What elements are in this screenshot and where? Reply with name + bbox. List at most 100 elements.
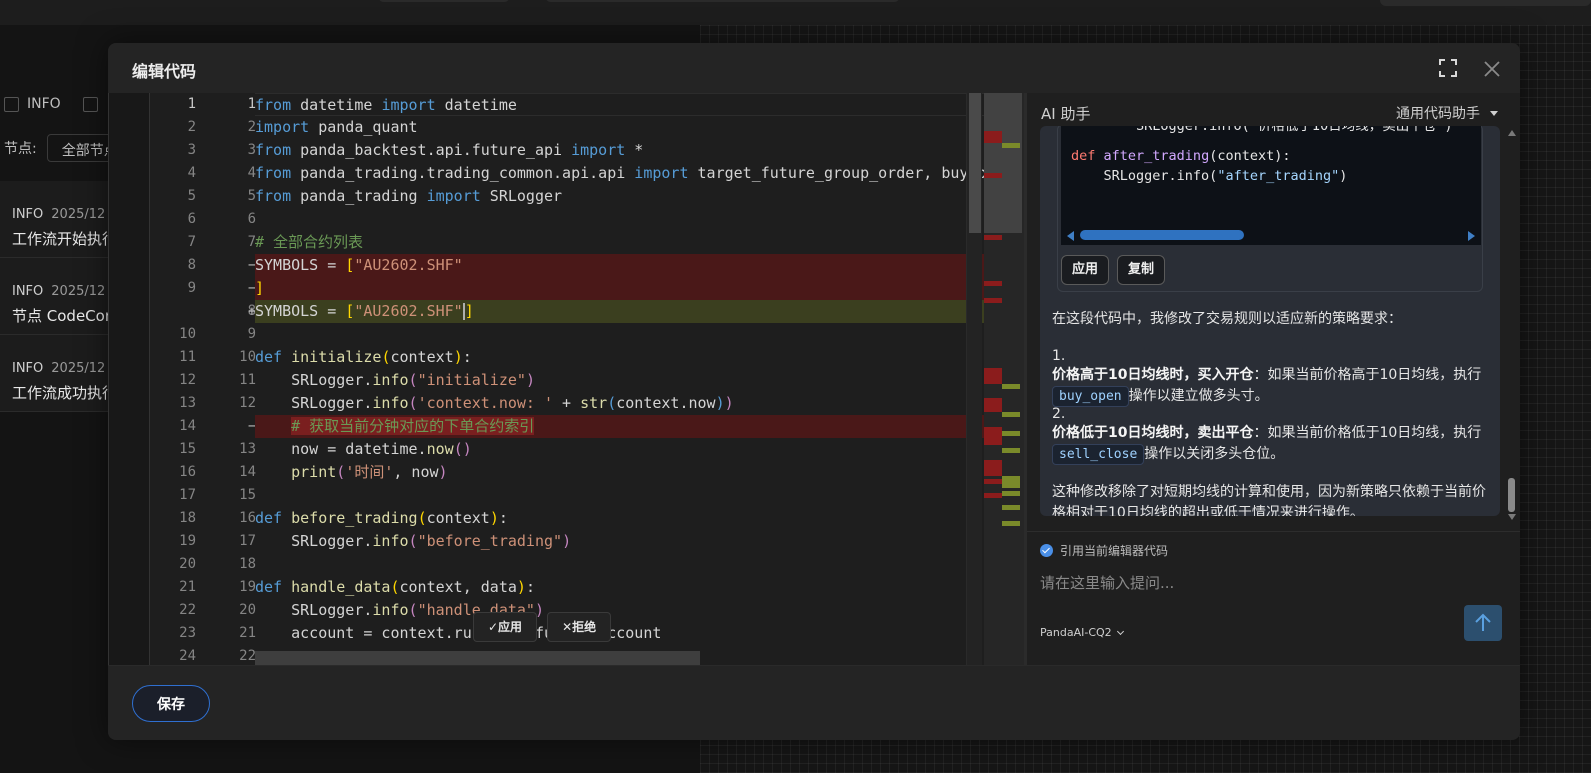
- code-block-scrollbar[interactable]: [1061, 227, 1481, 243]
- modified-line-number: 1: [247, 96, 256, 112]
- code-line[interactable]: now = datetime.now(): [255, 438, 984, 461]
- code-line[interactable]: from datetime import datetime: [255, 93, 984, 116]
- code-line[interactable]: def initialize(context):: [255, 346, 984, 369]
- model-select[interactable]: PandaAI-CQ2: [1040, 626, 1124, 639]
- chat-scrollbar[interactable]: [1506, 126, 1518, 520]
- original-line-number: 16: [179, 464, 196, 480]
- code-line[interactable]: SRLogger.info('context.now: ' + str(cont…: [255, 392, 984, 415]
- log-entry[interactable]: INFO 2025/12 工作流开始执行: [0, 181, 108, 258]
- reference-editor-code-toggle[interactable]: 引用当前编辑器代码: [1040, 542, 1168, 559]
- top-right-control[interactable]: [1380, 0, 1591, 6]
- save-button[interactable]: 保存: [132, 685, 210, 722]
- model-name: PandaAI-CQ2: [1040, 626, 1112, 639]
- edit-code-modal: 编辑代码 1 2 3 4 5 6 7 8 9 10 11 12 13 14 15 16 17 18 19 20 21 22…: [108, 43, 1520, 740]
- code-line[interactable]: account = context.run_info.future_accoun…: [255, 622, 984, 645]
- modified-line-number: 16: [239, 510, 256, 526]
- original-line-number: 13: [179, 395, 196, 411]
- editor-vertical-scrollbar[interactable]: [966, 93, 982, 665]
- code-line[interactable]: print('时间', now): [255, 461, 984, 484]
- deleted-code-line[interactable]: SYMBOLS = ["AU2602.SHF": [255, 254, 984, 277]
- diff-apply-button[interactable]: ✓应用: [473, 612, 538, 642]
- original-line-number: 20: [179, 556, 196, 572]
- assistant-mode-select[interactable]: 通用代码助手: [1396, 103, 1498, 123]
- original-line-number: 19: [179, 533, 196, 549]
- assistant-mode-label: 通用代码助手: [1396, 106, 1480, 122]
- added-code-line[interactable]: SYMBOLS = ["AU2602.SHF"]: [255, 300, 984, 323]
- original-line-number: 22: [179, 602, 196, 618]
- chat-message-area[interactable]: SRLogger.info("价格低于10日均线，卖出平仓") def afte…: [1040, 126, 1500, 516]
- overview-deleted-mark: [984, 493, 1002, 498]
- code-diff-editor[interactable]: 1 2 3 4 5 6 7 8 9 10 11 12 13 14 15 16 17 18 19 20 21 22 23 24 …: [108, 93, 1024, 665]
- info-checkbox[interactable]: [4, 96, 19, 112]
- original-line-number: 12: [179, 372, 196, 388]
- log-list: INFO 2025/12 工作流开始执行 INFO 2025/12 节点 CodeC…: [0, 181, 108, 412]
- deleted-code-line[interactable]: ]: [255, 277, 984, 300]
- list-item-text: ：如果当前价格高于10日均线，执行: [1253, 367, 1482, 383]
- list-number: 2.: [1052, 406, 1066, 422]
- code-line[interactable]: from panda_trading import SRLogger: [255, 185, 984, 208]
- original-line-number: [150, 300, 196, 323]
- apply-code-button[interactable]: 应用: [1061, 255, 1110, 285]
- code-line[interactable]: SRLogger.info("handle_data"): [255, 599, 984, 622]
- code-line[interactable]: from panda_trading.trading_common.api.ap…: [255, 162, 984, 185]
- code-line[interactable]: from panda_backtest.api.future_api impor…: [255, 139, 984, 162]
- close-icon[interactable]: [1482, 59, 1502, 79]
- message-intro: 在这段代码中，我修改了交易规则以适应新的策略要求：: [1052, 311, 1402, 327]
- modified-line-number: 7: [247, 234, 256, 250]
- info-checkbox-label: INFO: [27, 96, 61, 112]
- original-line-number: 24: [179, 648, 196, 664]
- divider: [1027, 531, 1520, 532]
- list-item-title: 价格低于10日均线时，卖出平仓: [1052, 425, 1254, 441]
- overview-deleted-mark: [984, 173, 1002, 178]
- scrollbar-thumb[interactable]: [1508, 478, 1515, 512]
- code-area[interactable]: from datetime import datetime import pan…: [255, 93, 984, 665]
- copy-code-button[interactable]: 复制: [1117, 255, 1166, 285]
- editor-gutter: [108, 93, 150, 665]
- modified-line-number: 22: [239, 648, 256, 664]
- overview-deleted-mark: [984, 479, 1002, 484]
- diff-overview-ruler[interactable]: [984, 93, 1024, 665]
- log-level-filter: INFO: [4, 96, 98, 112]
- list-item-title: 价格高于10日均线时，买入开仓: [1052, 367, 1254, 383]
- original-line-number: 18: [179, 510, 196, 526]
- modified-line-number: 4: [247, 165, 256, 181]
- log-entry[interactable]: INFO 2025/12 节点 CodeControl: [0, 258, 108, 335]
- code-line[interactable]: # 全部合约列表: [255, 231, 984, 254]
- code-line[interactable]: SRLogger.info("before_trading"): [255, 530, 984, 553]
- log-message: 节点 CodeControl: [12, 307, 108, 325]
- modified-line-number: 17: [239, 533, 256, 549]
- overview-deleted-mark: [984, 398, 1002, 412]
- prompt-input[interactable]: [1040, 565, 1460, 601]
- scrollbar-thumb[interactable]: [1080, 230, 1244, 240]
- top-bar-tab[interactable]: [545, 0, 900, 2]
- original-line-number: 8: [187, 257, 196, 273]
- overview-viewport[interactable]: [984, 93, 1022, 233]
- code-suggestion-block[interactable]: SRLogger.info("价格低于10日均线，卖出平仓") def afte…: [1061, 126, 1481, 245]
- arrow-up-icon: [1475, 613, 1491, 631]
- overview-added-mark: [1002, 448, 1020, 453]
- log-entry[interactable]: INFO 2025/12 工作流成功执行: [0, 335, 108, 412]
- scroll-right-arrow-icon[interactable]: [1468, 231, 1475, 241]
- scrollbar-thumb[interactable]: [969, 93, 981, 233]
- code-suggestion-card: SRLogger.info("价格低于10日均线，卖出平仓") def afte…: [1057, 126, 1483, 292]
- scroll-down-icon[interactable]: [1508, 514, 1516, 520]
- modified-line-number: 15: [239, 487, 256, 503]
- overview-deleted-mark: [984, 131, 1002, 143]
- code-text: ): [1339, 168, 1348, 184]
- scroll-up-icon[interactable]: [1508, 130, 1516, 136]
- code-line[interactable]: def handle_data(context, data):: [255, 576, 984, 599]
- level-checkbox[interactable]: [82, 96, 98, 112]
- top-bar-tab[interactable]: [378, 0, 510, 2]
- scroll-left-arrow-icon[interactable]: [1067, 231, 1074, 241]
- code-line[interactable]: import panda_quant: [255, 116, 984, 139]
- deleted-code-line[interactable]: # 获取当前分钟对应的下单合约索引: [255, 415, 984, 438]
- editor-horizontal-scrollbar[interactable]: [255, 651, 700, 665]
- code-line[interactable]: SRLogger.info("initialize"): [255, 369, 984, 392]
- code-line[interactable]: def before_trading(context):: [255, 507, 984, 530]
- fullscreen-icon[interactable]: [1439, 59, 1457, 77]
- list-item: 价格高于10日均线时，买入开仓：如果当前价格高于10日均线，执行buy_open…: [1052, 365, 1488, 407]
- chevron-down-icon: [1116, 627, 1124, 635]
- diff-reject-button[interactable]: ✕拒绝: [547, 612, 612, 642]
- check-circle-icon[interactable]: [1040, 544, 1053, 557]
- send-button[interactable]: [1464, 605, 1502, 641]
